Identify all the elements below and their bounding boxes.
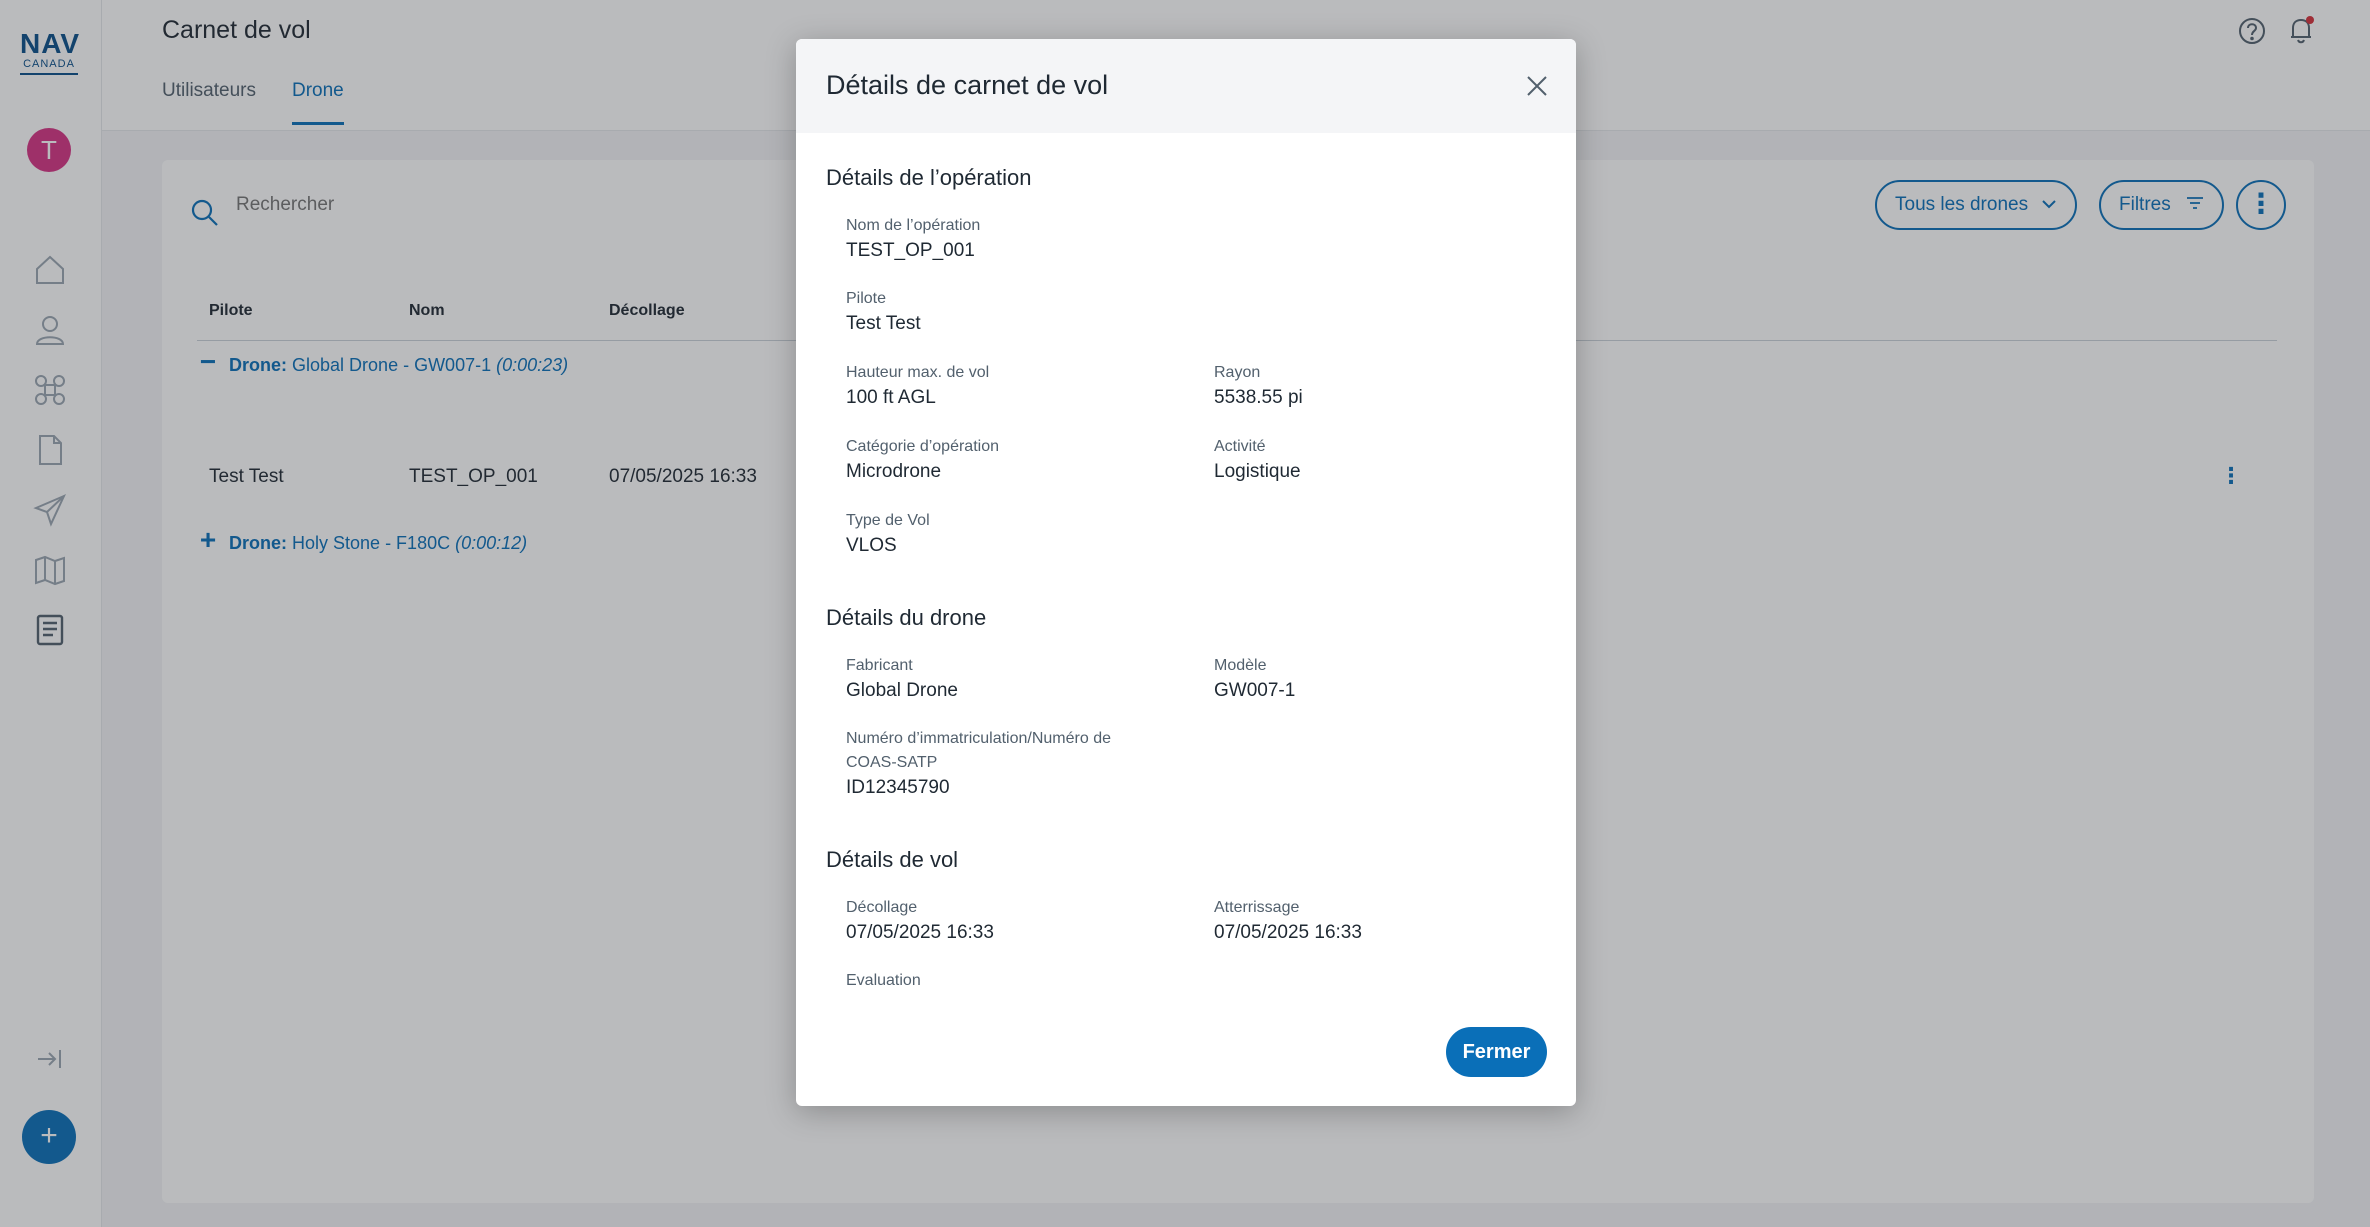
modal-header: Détails de carnet de vol xyxy=(796,39,1576,133)
takeoff-field: Décollage 07/05/2025 16:33 xyxy=(846,899,994,943)
manufacturer-field: Fabricant Global Drone xyxy=(846,657,958,701)
operation-category-field: Catégorie d’opération Microdrone xyxy=(846,438,999,482)
pilot-field: Pilote Test Test xyxy=(846,290,921,334)
radius-field: Rayon 5538.55 pi xyxy=(1214,364,1303,408)
modal-title: Détails de carnet de vol xyxy=(826,70,1109,100)
registration-number-field: Numéro d’immatriculation/Numéro de COAS-… xyxy=(846,730,1111,798)
landing-field: Atterrissage 07/05/2025 16:33 xyxy=(1214,899,1362,943)
operation-name-field: Nom de l’opération TEST_OP_001 xyxy=(846,217,981,261)
flight-section-title: Détails de vol xyxy=(826,847,959,872)
close-button[interactable]: Fermer xyxy=(1446,1027,1547,1077)
drone-section-title: Détails du drone xyxy=(826,605,987,630)
model-field: Modèle GW007-1 xyxy=(1214,657,1296,701)
flight-log-details-modal: Détails de carnet de vol Détails de l’op… xyxy=(796,39,1576,1106)
flight-type-field: Type de Vol VLOS xyxy=(846,512,930,556)
activity-field: Activité Logistique xyxy=(1214,438,1301,482)
max-height-field: Hauteur max. de vol 100 ft AGL xyxy=(846,364,990,408)
evaluation-field: Evaluation xyxy=(846,972,921,989)
operation-section-title: Détails de l’opération xyxy=(826,165,1032,190)
close-icon[interactable] xyxy=(1524,73,1550,99)
